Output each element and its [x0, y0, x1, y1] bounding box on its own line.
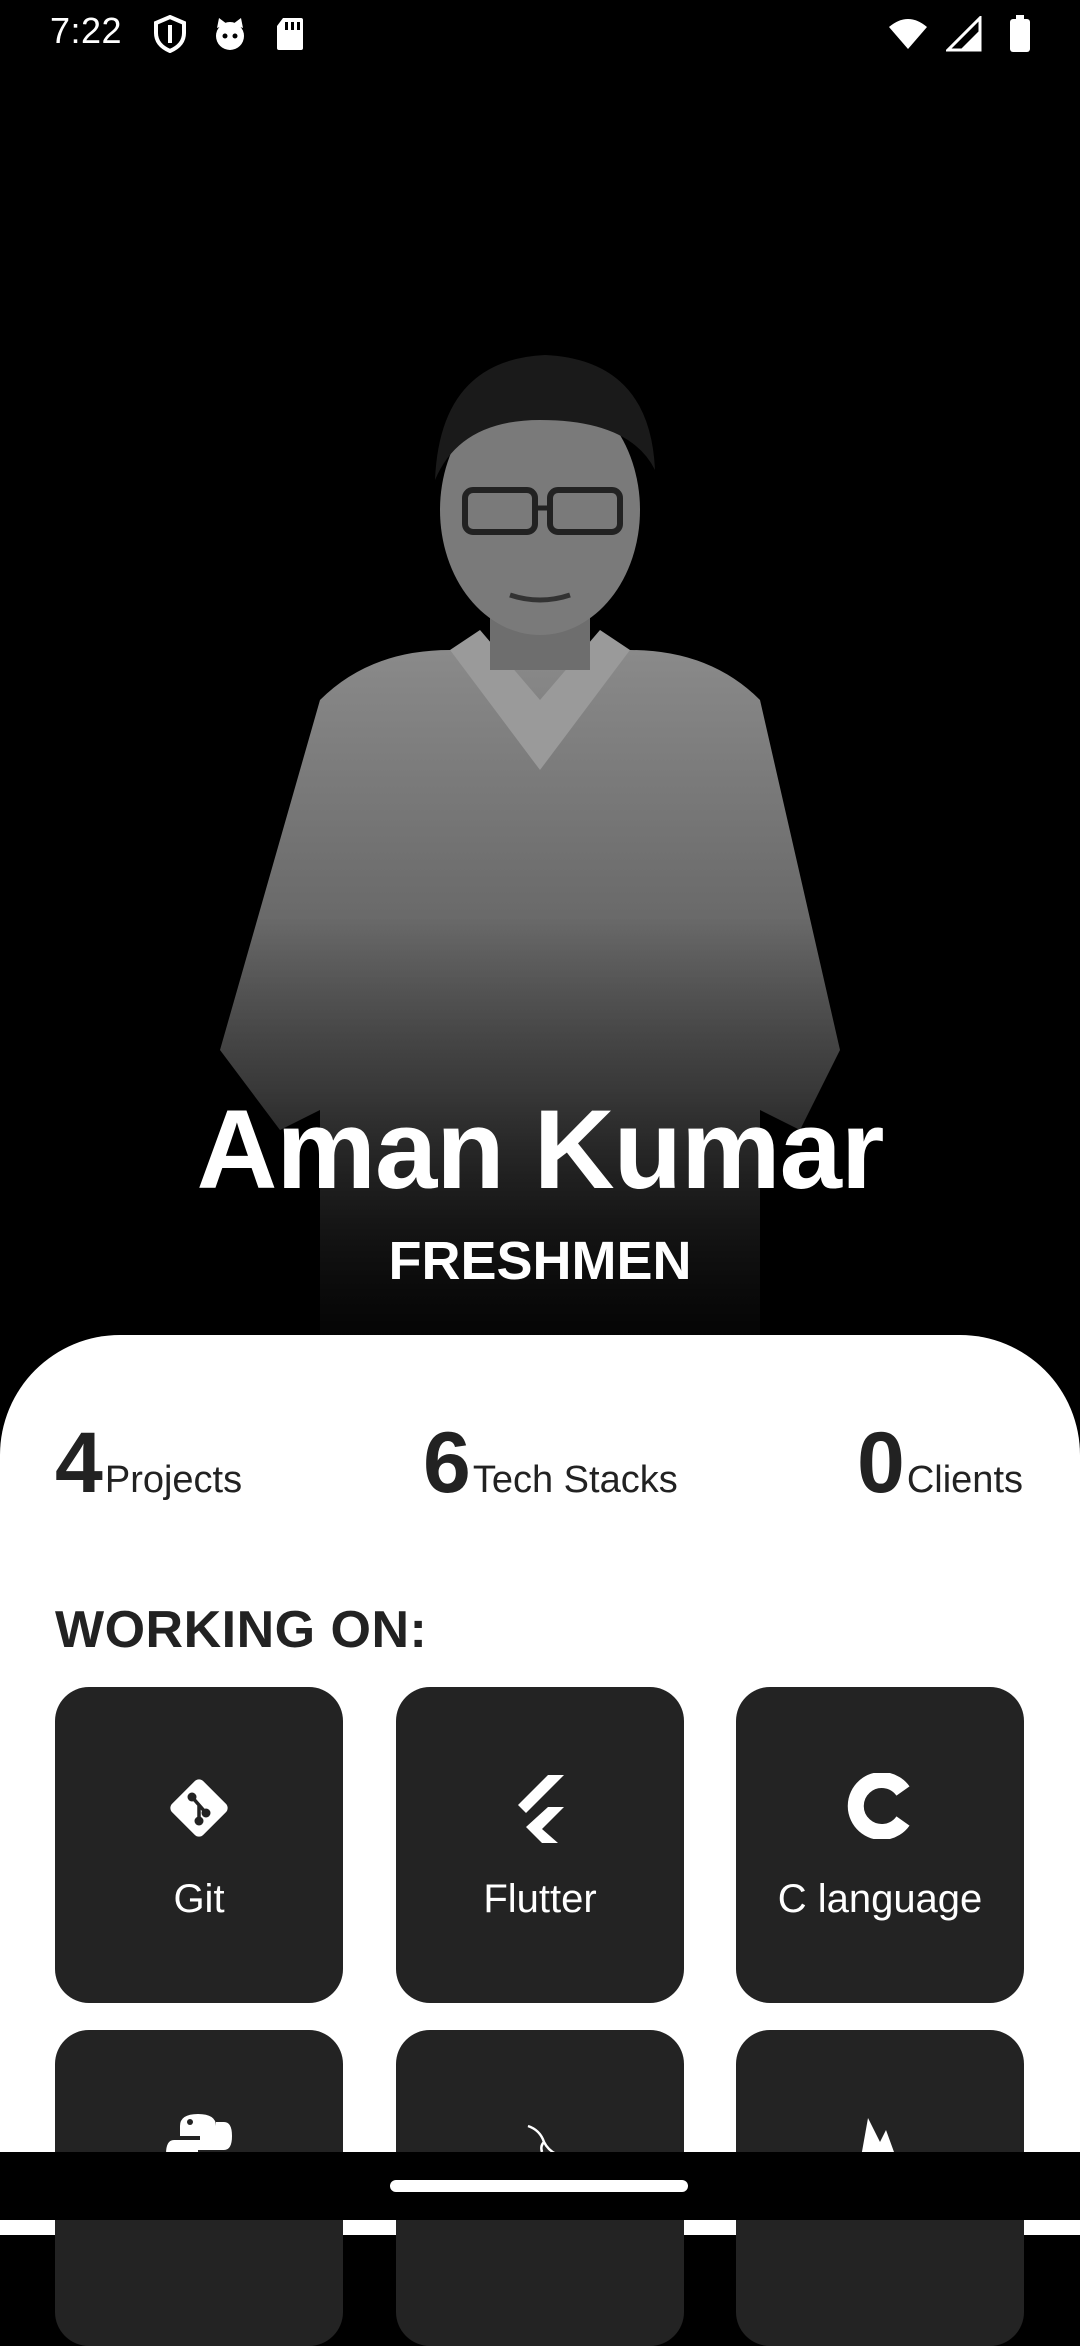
status-time: 7:22 [50, 10, 123, 51]
profile-role: FRESHMEN [388, 1231, 692, 1291]
skill-tile-c-language[interactable]: C language [736, 1687, 1024, 2003]
battery-icon [1000, 14, 1040, 54]
stat-tech-stacks-value: 6 [423, 1415, 471, 1511]
stat-projects-label: Projects [104, 1459, 243, 1501]
stat-projects-value: 4 [55, 1415, 103, 1511]
status-bar: 7:22 [0, 0, 1080, 64]
skill-tile-label: Git [173, 1877, 225, 1921]
skill-tile-flutter[interactable]: Flutter [396, 1687, 684, 2003]
working-on-heading: WORKING ON: [55, 1601, 428, 1659]
profile-name: Aman Kumar [196, 1087, 884, 1212]
profile-hero: Aman Kumar FRESHMEN [0, 0, 1080, 1380]
git-icon [170, 1779, 228, 1837]
skill-tile-git[interactable]: Git [55, 1687, 343, 2003]
stat-tech-stacks-label: Tech Stacks [472, 1459, 678, 1501]
c-language-icon [847, 1773, 910, 1839]
flutter-icon [518, 1775, 564, 1843]
stat-clients-label: Clients [906, 1459, 1023, 1501]
stat-tech-stacks: 6 Tech Stacks [423, 1420, 678, 1506]
sd-card-icon [270, 14, 310, 54]
skill-tile-label: Flutter [483, 1877, 597, 1921]
home-gesture-handle[interactable] [390, 2180, 688, 2192]
stat-clients-value: 0 [857, 1415, 905, 1511]
wifi-icon [888, 14, 928, 54]
profile-photo [200, 350, 880, 1380]
shield-icon [150, 14, 190, 54]
signal-icon [944, 14, 984, 54]
skill-tile-label: C language [777, 1877, 983, 1921]
stat-clients: 0 Clients [857, 1420, 1023, 1506]
cat-face-icon [210, 14, 250, 54]
stat-projects: 4 Projects [55, 1420, 242, 1506]
